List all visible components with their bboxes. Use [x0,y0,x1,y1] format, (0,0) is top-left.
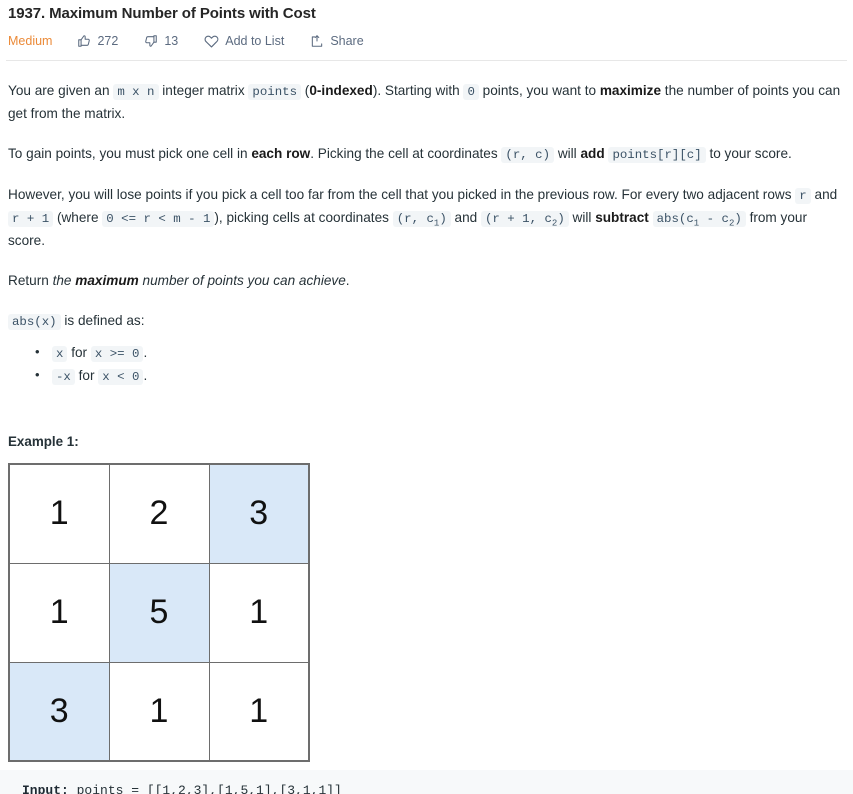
p1-code-mxn: m x n [113,84,159,100]
example-matrix-container: 1 2 3 1 5 1 3 1 1 [8,463,845,762]
p5-code-absx: abs(x) [8,314,61,330]
dislike-button[interactable]: 13 [144,34,178,48]
p3-text-1: However, you will lose points if you pic… [8,187,796,202]
problem-description: You are given an m x n integer matrix po… [0,80,853,794]
matrix-body: 1 2 3 1 5 1 3 1 1 [8,463,310,762]
add-to-list-label: Add to List [225,33,285,48]
p3-code-coord-2: (r + 1, c2) [480,211,569,228]
example-io-block: Input: points = [[1,2,3],[1,5,1],[3,1,1]… [0,770,853,794]
p2-text-1: To gain points, you must pick one cell i… [8,146,252,161]
share-icon [310,34,324,48]
p4-text-1: Return [8,273,53,288]
bullet1-suffix: . [143,345,148,360]
share-label: Share [330,33,364,48]
page-title: 1937. Maximum Number of Points with Cost [8,5,316,22]
bullet1-text: for [67,345,91,360]
p3-coord1-end: ) [439,212,447,226]
difficulty-badge[interactable]: Medium [8,34,52,48]
input-value: points = [[1,2,3],[1,5,1],[3,1,1]] [68,783,342,794]
add-to-list-button[interactable]: Add to List [204,33,284,48]
p1-text-1: You are given an [8,83,114,98]
p3-code-r-plus-1: r + 1 [8,211,54,227]
description-paragraph-5: abs(x) is defined as: [8,310,845,333]
bullet1-code-2: x >= 0 [90,346,144,362]
p3-text-5: and [450,210,481,225]
p5-text-1: is defined as: [60,313,145,328]
p4-italic-1: the [52,273,76,288]
like-button[interactable]: 272 [77,34,118,48]
p3-abs-main: abs(c [656,212,694,226]
p1-code-zero: 0 [463,84,479,100]
abs-definition-list: x for x >= 0. -x for x < 0. [8,341,845,388]
p3-bold-subtract: subtract [595,210,649,225]
p2-bold-each-row: each row [251,146,311,161]
bullet1-code-1: x [52,346,68,362]
list-item: -x for x < 0. [35,364,845,388]
p2-bold-add: add [580,146,605,161]
input-label: Input: [22,783,69,794]
bullet2-text: for [74,368,99,383]
matrix-cell-1-0: 1 [8,562,110,663]
problem-page: 1937. Maximum Number of Points with Cost… [0,0,853,794]
p2-text-5: to your score. [705,146,792,161]
p3-abs-mid: - c [699,212,729,226]
p3-coord2-end: ) [557,212,565,226]
matrix-cell-0-0: 1 [8,463,110,564]
p1-text-4: ). Starting with [372,83,464,98]
matrix-cell-1-2: 1 [208,562,310,663]
share-button[interactable]: Share [310,33,364,48]
p3-coord1-main: (r, c [396,212,434,226]
bullet2-code-2: x < 0 [98,369,144,385]
thumbs-up-icon [77,34,91,48]
matrix-cell-1-1: 5 [108,562,210,663]
p1-bold-maximize: maximize [599,83,662,98]
description-paragraph-1: You are given an m x n integer matrix po… [8,80,845,125]
p3-coord2-main: (r + 1, c [484,212,552,226]
p4-italic-2: number of points you can achieve [138,273,346,288]
p3-abs-end: ) [734,212,742,226]
header-divider [6,60,847,61]
p3-text-6: will [568,210,596,225]
dislike-count: 13 [164,33,179,48]
list-item: x for x >= 0. [35,341,845,365]
thumbs-down-icon [144,34,158,48]
matrix-cell-0-2: 3 [208,463,310,564]
table-row: 1 5 1 [8,562,310,663]
p2-text-2: . Picking the cell at coordinates [310,146,502,161]
p1-text-2: integer matrix [158,83,249,98]
table-row: 1 2 3 [8,463,310,564]
p4-text-2: . [345,273,350,288]
p4-italic-bold-maximum: maximum [75,273,139,288]
bullet2-code-1: -x [52,369,75,385]
description-paragraph-3: However, you will lose points if you pic… [8,184,845,252]
p1-bold-zero-indexed: 0-indexed [309,83,373,98]
points-matrix: 1 2 3 1 5 1 3 1 1 [8,463,310,762]
p3-code-coord-1: (r, c1) [392,211,451,228]
p3-code-r: r [795,188,811,204]
matrix-cell-2-2: 1 [208,661,310,762]
p3-text-3: (where [53,210,103,225]
table-row: 3 1 1 [8,661,310,762]
p2-code-rc: (r, c) [501,147,555,163]
like-count: 272 [97,33,119,48]
bullet2-suffix: . [143,368,148,383]
description-paragraph-4: Return the maximum number of points you … [8,270,845,292]
p3-text-4: ), picking cells at coordinates [214,210,393,225]
example-heading: Example 1: [8,434,79,449]
p1-text-5: points, you want to [478,83,600,98]
p3-code-range: 0 <= r < m - 1 [102,211,215,227]
heart-icon [204,33,219,48]
p1-code-points: points [248,84,302,100]
p3-code-abs: abs(c1 - c2) [652,211,746,228]
problem-meta-row: Medium 272 13 Add to List Share [0,24,853,48]
p2-text-3: will [554,146,581,161]
p2-code-points-rc: points[r][c] [608,147,706,163]
matrix-cell-2-1: 1 [108,661,210,762]
matrix-cell-2-0: 3 [8,661,110,762]
p4-italic-group: the maximum number of points you can ach… [53,273,346,288]
p3-text-2: and [810,187,838,202]
matrix-cell-0-1: 2 [108,463,210,564]
description-paragraph-2: To gain points, you must pick one cell i… [8,143,845,166]
